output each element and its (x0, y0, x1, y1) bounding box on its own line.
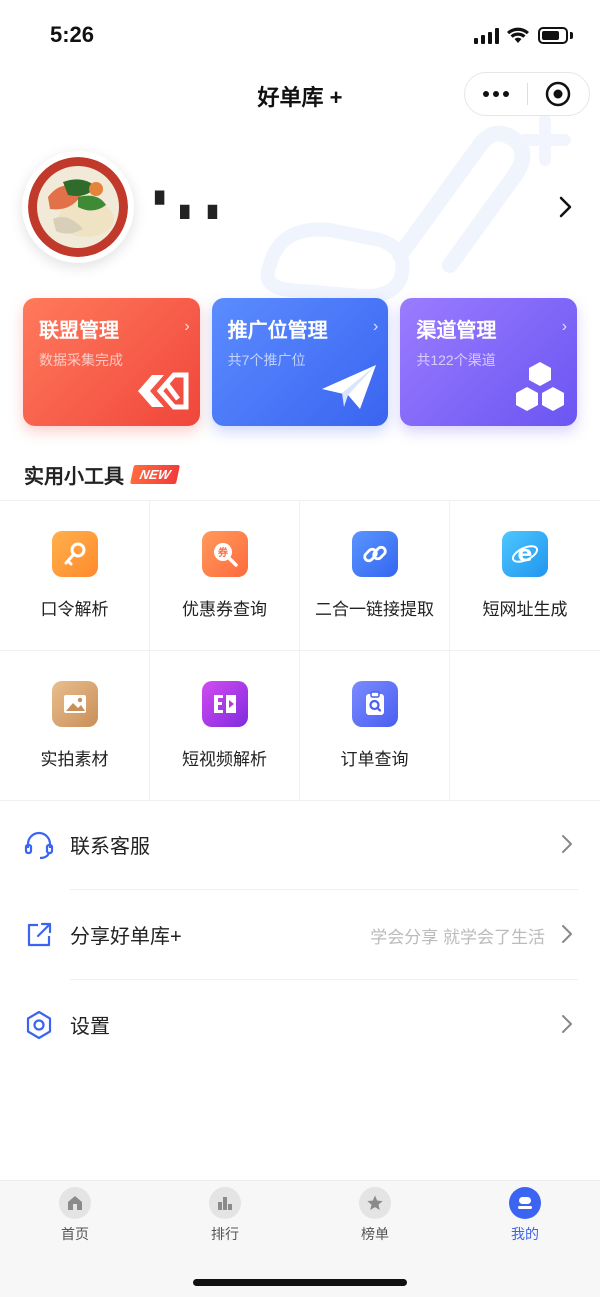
signal-icon (474, 28, 499, 44)
browser-e-icon: e (502, 531, 548, 577)
video-icon (201, 681, 248, 727)
new-badge: NEW (129, 465, 181, 484)
tool-empty-slot (450, 651, 600, 801)
share-icon (22, 918, 56, 952)
paper-plane-icon (320, 363, 378, 418)
tool-label: 短视频解析 (182, 750, 267, 769)
tool-coupon-search[interactable]: 券 优惠券查询 (150, 501, 300, 651)
home-icon (59, 1187, 91, 1219)
chevron-right-icon: › (561, 318, 568, 335)
title-bar: 好单库 + (0, 70, 600, 120)
section-title: 实用小工具 (24, 466, 124, 488)
tool-short-url[interactable]: e 短网址生成 (450, 501, 600, 651)
tab-mine[interactable]: 我的 (450, 1181, 600, 1251)
hexagons-icon (513, 361, 567, 418)
menu-settings[interactable]: 设置 (0, 980, 600, 1070)
menu-contact-service[interactable]: 联系客服 (0, 800, 600, 890)
avatar[interactable] (22, 151, 134, 263)
key-icon (51, 531, 98, 577)
management-cards: 联盟管理 数据采集完成 › 推广位管理 共7个推广位 › 渠道管理 共122个渠… (23, 298, 578, 426)
image-icon (51, 681, 98, 727)
chevron-right-icon (560, 833, 574, 860)
tab-home[interactable]: 首页 (0, 1181, 150, 1251)
card-title: 联盟管理 (39, 320, 119, 342)
card-subtitle: 共7个推广位 (227, 352, 306, 368)
tool-video-parse[interactable]: 短视频解析 (150, 651, 300, 801)
status-time: 5:26 (50, 22, 95, 47)
status-bar: 5:26 (0, 0, 600, 70)
mini-program-capsule (464, 72, 590, 116)
menu-label: 分享好单库+ (70, 926, 182, 948)
star-icon (359, 1187, 391, 1219)
link-logo-icon (134, 369, 190, 418)
tab-label: 首页 (61, 1226, 89, 1242)
tab-ranking[interactable]: 排行 (150, 1181, 300, 1251)
tool-link-extract[interactable]: 二合一链接提取 (300, 501, 450, 651)
wifi-icon (506, 26, 530, 49)
card-title: 推广位管理 (227, 320, 328, 342)
menu-label: 设置 (70, 1016, 110, 1038)
menu-share[interactable]: 分享好单库+ 学会分享 就学会了生活 (0, 890, 600, 980)
chevron-right-icon (560, 923, 574, 950)
tab-label: 我的 (511, 1226, 539, 1242)
headset-icon (22, 828, 56, 862)
chevron-right-icon (560, 1013, 574, 1040)
chevron-right-icon: › (184, 318, 190, 335)
tool-label: 口令解析 (40, 600, 109, 619)
tool-real-material[interactable]: 实拍素材 (0, 651, 150, 801)
profile-section[interactable]: ▘ ▖▗ (0, 145, 600, 270)
username: ▘ ▖▗ (155, 192, 218, 219)
settings-menu: 联系客服 分享好单库+ 学会分享 就学会了生活 设置 (0, 800, 600, 1070)
tools-heading: 实用小工具 NEW (24, 460, 181, 489)
tool-label: 短网址生成 (482, 600, 568, 619)
card-title: 渠道管理 (416, 320, 497, 342)
close-mini-program-icon[interactable] (527, 72, 589, 116)
tool-label: 二合一链接提取 (315, 600, 434, 619)
battery-icon (538, 27, 568, 44)
tab-bar: 首页 排行 榜单 我的 (0, 1180, 600, 1297)
tool-label: 优惠券查询 (182, 600, 267, 619)
menu-label: 联系客服 (70, 836, 150, 858)
tab-label: 榜单 (361, 1226, 389, 1242)
svg-text:券: 券 (217, 546, 229, 559)
card-subtitle: 共122个渠道 (416, 352, 496, 368)
tool-label: 订单查询 (340, 750, 409, 769)
home-indicator (193, 1279, 407, 1286)
tab-list[interactable]: 榜单 (300, 1181, 450, 1251)
chevron-right-icon[interactable] (558, 195, 574, 224)
profile-icon (509, 1187, 541, 1219)
more-icon[interactable] (465, 72, 527, 116)
chevron-right-icon: › (373, 318, 379, 335)
tool-label: 实拍素材 (40, 750, 109, 769)
tool-order-query[interactable]: 订单查询 (300, 651, 450, 801)
order-search-icon (351, 681, 398, 727)
card-alliance-management[interactable]: 联盟管理 数据采集完成 › (23, 298, 200, 426)
ranking-icon (209, 1187, 241, 1219)
link-icon (351, 531, 398, 577)
tool-password-parse[interactable]: 口令解析 (0, 501, 150, 651)
card-adzone-management[interactable]: 推广位管理 共7个推广位 › (211, 298, 389, 426)
menu-hint: 学会分享 就学会了生活 (370, 928, 545, 947)
settings-icon (22, 1008, 56, 1042)
card-subtitle: 数据采集完成 (39, 352, 123, 368)
tools-grid: 口令解析 券 优惠券查询 二合一链接提取 e 短网址生成 实拍素材 短视频解析 (0, 500, 600, 801)
card-channel-management[interactable]: 渠道管理 共122个渠道 › (400, 298, 578, 426)
tab-label: 排行 (211, 1226, 239, 1242)
avatar-image (28, 157, 128, 257)
coupon-search-icon: 券 (201, 531, 248, 577)
